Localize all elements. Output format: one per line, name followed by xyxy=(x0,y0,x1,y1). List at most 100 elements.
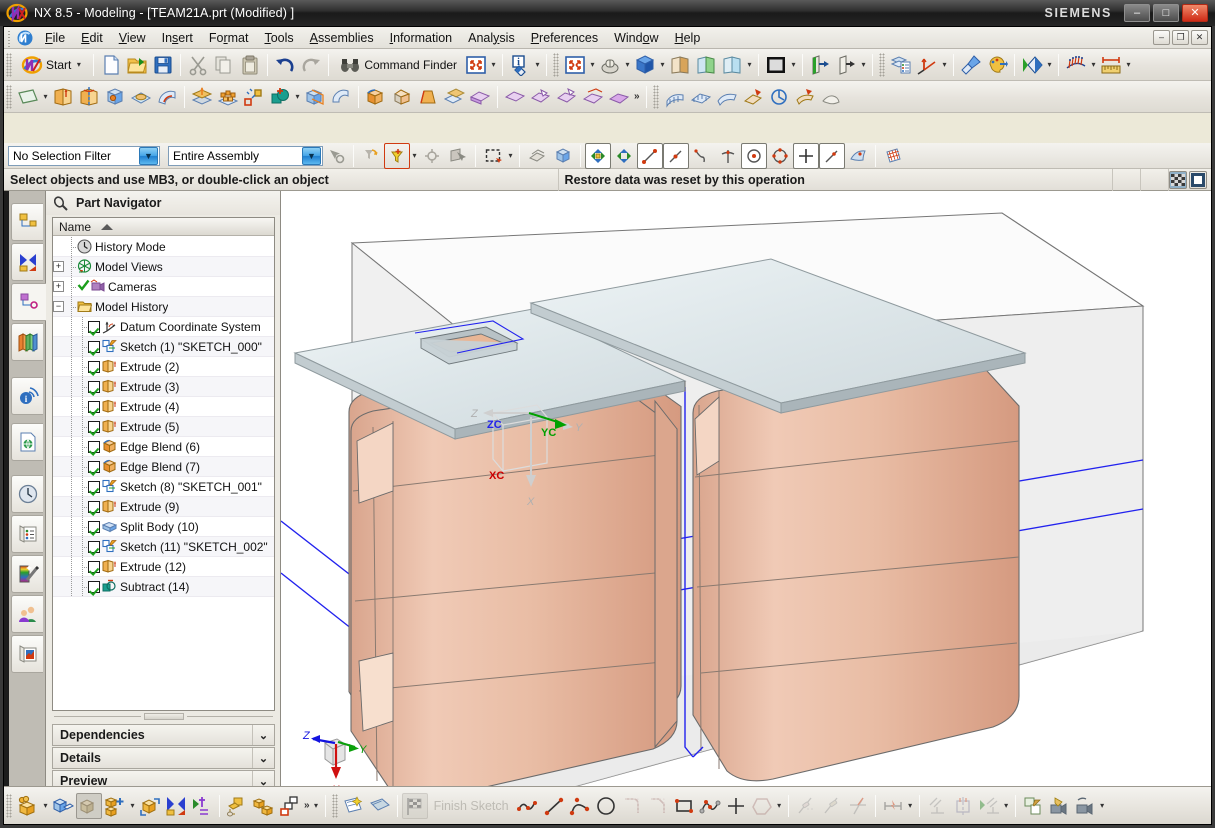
feature-suppress-checkbox[interactable] xyxy=(88,541,100,553)
tree-row[interactable]: −Model History xyxy=(53,297,274,317)
unite-button[interactable] xyxy=(267,84,293,110)
control-point-snap-button[interactable] xyxy=(689,143,715,169)
boolean-caret-icon[interactable]: ▾ xyxy=(293,92,302,101)
menu-information[interactable]: Information xyxy=(382,29,461,47)
through-curves-button[interactable] xyxy=(662,84,688,110)
new-parent-button[interactable] xyxy=(76,793,102,819)
camera-lock-button[interactable] xyxy=(1046,793,1072,819)
measure-button[interactable] xyxy=(1098,52,1124,78)
intersection-snap-button[interactable] xyxy=(715,143,741,169)
draft-button[interactable] xyxy=(415,84,441,110)
save-button[interactable] xyxy=(150,52,176,78)
wcs-caret-icon[interactable]: ▾ xyxy=(940,60,949,69)
tree-column-header[interactable]: Name xyxy=(53,218,274,236)
edges-button[interactable] xyxy=(719,52,745,78)
pattern-component-button[interactable] xyxy=(102,793,128,819)
sequence-button[interactable] xyxy=(276,793,302,819)
feature-suppress-checkbox[interactable] xyxy=(88,521,100,533)
tree-expander-expand[interactable]: + xyxy=(53,261,64,272)
chevron-down-icon[interactable]: ⌄ xyxy=(252,748,274,768)
visual-button[interactable] xyxy=(1019,52,1045,78)
background-caret-icon[interactable]: ▾ xyxy=(789,60,798,69)
chamfer-button[interactable] xyxy=(389,84,415,110)
pattern-geometry-button[interactable] xyxy=(241,84,267,110)
tree-row[interactable]: Datum Coordinate System xyxy=(53,317,274,337)
chevron-down-icon[interactable]: ⌄ xyxy=(252,725,274,745)
tree-row[interactable]: History Mode xyxy=(53,237,274,257)
move-component-button[interactable] xyxy=(137,793,163,819)
geometric-constraint-button[interactable] xyxy=(924,793,950,819)
feature-suppress-checkbox[interactable] xyxy=(88,441,100,453)
hd3d-tools-tab[interactable]: i xyxy=(11,377,43,415)
revolve-button[interactable] xyxy=(76,84,102,110)
utility-toolbar-grip[interactable] xyxy=(879,53,885,77)
camera-button[interactable] xyxy=(1072,793,1098,819)
studio-surface-button[interactable] xyxy=(714,84,740,110)
surface-mesh-button[interactable] xyxy=(580,84,606,110)
feature-suppress-checkbox[interactable] xyxy=(88,381,100,393)
menu-analysis[interactable]: Analysis xyxy=(460,29,523,47)
sequence-caret-icon[interactable]: ▾ xyxy=(312,801,321,810)
dependencies-panel-header[interactable]: Dependencies ⌄ xyxy=(52,724,275,746)
fillet-button[interactable] xyxy=(619,793,645,819)
wave-geometry-button[interactable] xyxy=(224,793,250,819)
make-symmetric-button[interactable] xyxy=(950,793,976,819)
zoom-button[interactable] xyxy=(597,52,623,78)
snap-move-button[interactable] xyxy=(611,143,637,169)
feature-overflow-button[interactable]: » xyxy=(634,91,640,102)
nx-menu-icon[interactable] xyxy=(16,29,34,47)
tree-row[interactable]: Sketch (1) "SKETCH_000" xyxy=(53,337,274,357)
offset-surface-button[interactable] xyxy=(792,84,818,110)
window-maximize-button[interactable]: □ xyxy=(1153,4,1179,22)
menu-help[interactable]: Help xyxy=(667,29,709,47)
camera-caret-icon[interactable]: ▾ xyxy=(1098,801,1107,810)
sketch-preferences-button[interactable] xyxy=(1020,793,1046,819)
feature-suppress-checkbox[interactable] xyxy=(88,481,100,493)
point-on-face-button[interactable] xyxy=(819,143,845,169)
trim-body-button[interactable] xyxy=(302,84,328,110)
select-point-button[interactable] xyxy=(419,143,445,169)
sketch-in-task-button[interactable] xyxy=(341,793,367,819)
menu-assemblies[interactable]: Assemblies xyxy=(302,29,382,47)
make-corner-button[interactable] xyxy=(845,793,871,819)
filter-caret-icon[interactable]: ▾ xyxy=(410,151,419,160)
chevron-down-icon[interactable]: ▼ xyxy=(302,147,321,165)
sew-button[interactable] xyxy=(502,84,528,110)
highlight-filter-button[interactable] xyxy=(384,143,410,169)
rectangle-button[interactable] xyxy=(671,793,697,819)
assembly-overflow-button[interactable]: » xyxy=(304,800,310,811)
info-button[interactable]: i xyxy=(507,52,533,78)
sketch-caret-icon[interactable]: ▾ xyxy=(41,92,50,101)
menu-window[interactable]: Window xyxy=(606,29,666,47)
cut-button[interactable] xyxy=(185,52,211,78)
window-minimize-button[interactable]: – xyxy=(1124,4,1150,22)
part-navigator-tree[interactable]: Name History Mode+Model Views+Cameras−Mo… xyxy=(52,217,275,711)
edge-blend-button[interactable] xyxy=(363,84,389,110)
shaded-button[interactable] xyxy=(667,52,693,78)
bridge-button[interactable] xyxy=(766,84,792,110)
boss-button[interactable] xyxy=(128,84,154,110)
undo-button[interactable] xyxy=(272,52,298,78)
feature-suppress-checkbox[interactable] xyxy=(88,421,100,433)
pattern-caret-icon[interactable]: ▾ xyxy=(128,801,137,810)
midpoint-snap-button[interactable] xyxy=(663,143,689,169)
tree-row[interactable]: Subtract (14) xyxy=(53,577,274,597)
tree-row[interactable]: +Cameras xyxy=(53,277,274,297)
info-caret-icon[interactable]: ▾ xyxy=(533,60,542,69)
menu-grip[interactable] xyxy=(6,29,13,47)
background-button[interactable] xyxy=(763,52,789,78)
menu-view[interactable]: View xyxy=(111,29,154,47)
circle-button[interactable] xyxy=(593,793,619,819)
wireframe-button[interactable] xyxy=(693,52,719,78)
menu-tools[interactable]: Tools xyxy=(256,29,301,47)
view-toolbar-grip[interactable] xyxy=(553,53,559,77)
datum-plane-button[interactable] xyxy=(189,84,215,110)
rect-select-caret-icon[interactable]: ▾ xyxy=(506,151,515,160)
tree-expander-collapse[interactable]: − xyxy=(53,301,64,312)
pattern-feature-button[interactable] xyxy=(215,84,241,110)
arc-center-snap-button[interactable] xyxy=(741,143,767,169)
solid-body-button[interactable] xyxy=(550,143,576,169)
tree-expander-expand[interactable]: + xyxy=(53,281,64,292)
feature-suppress-checkbox[interactable] xyxy=(88,321,100,333)
mdi-restore-button[interactable]: ❐ xyxy=(1172,30,1189,45)
